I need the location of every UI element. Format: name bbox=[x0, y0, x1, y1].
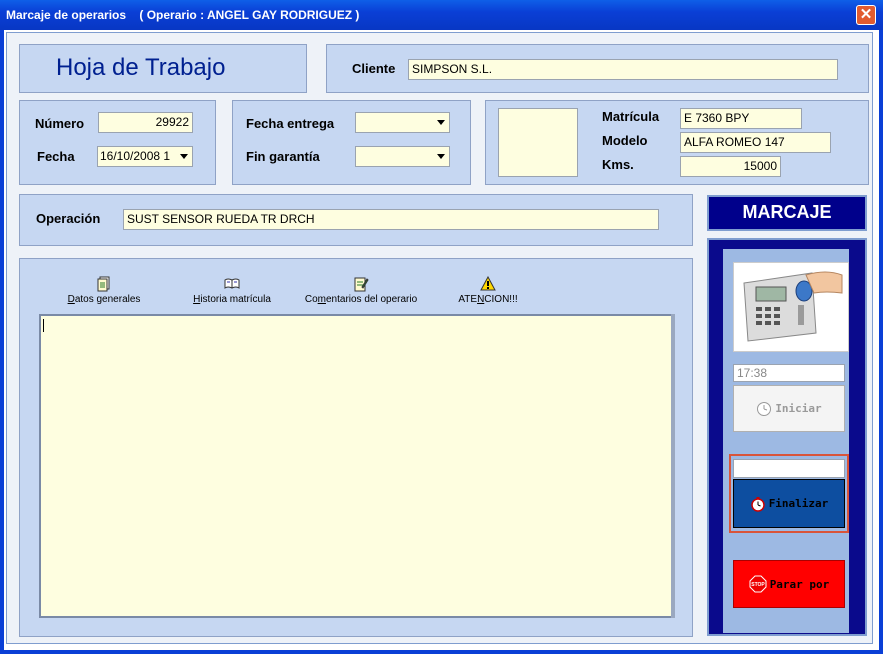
chevron-down-icon bbox=[179, 154, 188, 159]
fecha-dropdown-button[interactable] bbox=[175, 147, 192, 166]
garantia-dropdown-button[interactable] bbox=[432, 147, 449, 166]
chevron-down-icon bbox=[436, 120, 445, 125]
operacion-label: Operación bbox=[36, 211, 101, 226]
iniciar-button[interactable]: Iniciar bbox=[733, 385, 845, 432]
window-title: Marcaje de operarios ( Operario : ANGEL … bbox=[6, 8, 360, 22]
app-window: Marcaje de operarios ( Operario : ANGEL … bbox=[0, 0, 883, 654]
entrega-combo[interactable] bbox=[355, 112, 450, 133]
heading-panel: Hoja de Trabajo bbox=[19, 44, 307, 93]
clock-icon bbox=[757, 401, 772, 416]
stopwatch-icon bbox=[750, 496, 765, 512]
time-field[interactable]: 17:38 bbox=[733, 364, 845, 382]
tab-label: Datos generales bbox=[67, 294, 141, 305]
finalizar-field[interactable] bbox=[733, 459, 845, 478]
finalizar-label: Finalizar bbox=[768, 497, 829, 510]
text-cursor bbox=[43, 319, 44, 332]
client-field[interactable]: SIMPSON S.L. bbox=[408, 59, 838, 80]
book-icon bbox=[224, 278, 240, 289]
stop-sign-icon: STOP bbox=[749, 575, 767, 593]
clock-terminal-image bbox=[733, 262, 849, 352]
matricula-label: Matrícula bbox=[602, 109, 660, 124]
tab-label: Comentarios del operario bbox=[304, 294, 418, 305]
modelo-label: Modelo bbox=[602, 133, 648, 148]
tab-datos-generales[interactable]: Datos generales bbox=[58, 276, 150, 305]
notes-panel: Datos generales Historia matrícula Comen… bbox=[19, 258, 693, 637]
tab-atencion[interactable]: ATENCION!!! bbox=[448, 276, 528, 305]
kms-label: Kms. bbox=[602, 157, 634, 172]
warning-icon bbox=[480, 276, 496, 291]
tab-historia-matricula[interactable]: Historia matrícula bbox=[186, 276, 278, 305]
parar-button[interactable]: STOP Parar por bbox=[733, 560, 845, 608]
chevron-down-icon bbox=[436, 154, 445, 159]
tab-label: ATENCION!!! bbox=[458, 294, 518, 305]
svg-text:STOP: STOP bbox=[751, 582, 765, 588]
notepad-icon bbox=[354, 277, 369, 292]
fecha-combo[interactable]: 16/10/2008 1 bbox=[97, 146, 193, 167]
entrega-label: Fecha entrega bbox=[246, 116, 335, 131]
vehicle-panel: Matrícula E 7360 BPY Modelo ALFA ROMEO 1… bbox=[485, 100, 869, 185]
marcaje-header: MARCAJE bbox=[707, 195, 867, 231]
dates-panel: Fecha entrega Fin garantía bbox=[232, 100, 471, 185]
vehicle-photo bbox=[498, 108, 578, 177]
finalizar-button[interactable]: Finalizar bbox=[733, 479, 845, 528]
kms-field[interactable]: 15000 bbox=[680, 156, 781, 177]
marcaje-panel: 17:38 Iniciar Finalizar STOP Parar por bbox=[707, 238, 867, 636]
operacion-field[interactable]: SUST SENSOR RUEDA TR DRCH bbox=[123, 209, 659, 230]
client-label: Cliente bbox=[352, 61, 396, 76]
iniciar-label: Iniciar bbox=[775, 402, 822, 415]
document-icon bbox=[97, 276, 110, 292]
order-panel: Número 29922 Fecha 16/10/2008 1 bbox=[19, 100, 216, 185]
entrega-dropdown-button[interactable] bbox=[432, 113, 449, 132]
close-icon: ✕ bbox=[859, 6, 873, 23]
tab-label: Historia matrícula bbox=[193, 294, 271, 305]
parar-label: Parar por bbox=[769, 577, 830, 591]
close-button[interactable]: ✕ bbox=[856, 5, 876, 25]
time-clock-icon bbox=[743, 271, 843, 342]
numero-label: Número bbox=[35, 116, 85, 131]
title-bar[interactable]: Marcaje de operarios ( Operario : ANGEL … bbox=[0, 0, 883, 30]
textarea-edge bbox=[671, 314, 675, 618]
numero-field[interactable]: 29922 bbox=[98, 112, 193, 133]
fecha-value: 16/10/2008 1 bbox=[100, 149, 171, 163]
client-area: Hoja de Trabajo Cliente SIMPSON S.L. Núm… bbox=[4, 30, 879, 650]
matricula-field[interactable]: E 7360 BPY bbox=[680, 108, 802, 129]
modelo-field[interactable]: ALFA ROMEO 147 bbox=[680, 132, 831, 153]
page-title: Hoja de Trabajo bbox=[56, 54, 226, 81]
tab-comentarios-operario[interactable]: Comentarios del operario bbox=[296, 276, 426, 305]
operation-panel: Operación SUST SENSOR RUEDA TR DRCH bbox=[19, 194, 693, 246]
notes-textarea[interactable] bbox=[39, 314, 675, 618]
fecha-label: Fecha bbox=[37, 149, 75, 164]
garantia-combo[interactable] bbox=[355, 146, 450, 167]
garantia-label: Fin garantía bbox=[246, 149, 320, 164]
client-panel: Cliente SIMPSON S.L. bbox=[326, 44, 869, 93]
